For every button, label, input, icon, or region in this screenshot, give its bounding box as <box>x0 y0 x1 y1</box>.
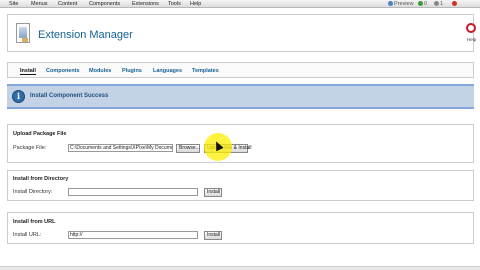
menu-components[interactable]: Components <box>89 0 120 8</box>
system-message: i Install Component Success <box>7 84 474 109</box>
install-url-button[interactable]: Install <box>204 231 222 240</box>
users-count[interactable]: 1 <box>434 0 443 8</box>
menu-help[interactable]: Help <box>190 0 201 8</box>
users-icon <box>434 1 439 7</box>
messages-count[interactable]: 0 <box>418 0 427 8</box>
top-menu-bar: Site Menus Content Components Extensions… <box>0 0 480 8</box>
tab-plugins[interactable]: Plugins <box>122 68 142 74</box>
install-directory-button[interactable]: Install <box>204 188 222 197</box>
upload-package-title: Upload Package File <box>13 131 67 137</box>
page-title: Extension Manager <box>38 29 133 41</box>
preview-icon <box>388 1 393 7</box>
browse-button[interactable]: Browse... <box>176 144 200 153</box>
tab-modules[interactable]: Modules <box>89 68 111 74</box>
tab-languages[interactable]: Languages <box>153 68 182 74</box>
upload-package-fieldset: Upload Package File Package File: C:\Doc… <box>7 124 474 163</box>
package-file-label: Package File: <box>13 145 47 151</box>
install-url-input[interactable]: http:// <box>68 231 198 239</box>
page-header: Extension Manager Help <box>7 14 476 52</box>
message-icon <box>418 1 423 7</box>
logout-link[interactable] <box>452 0 458 8</box>
window-bottom-border <box>0 266 480 270</box>
tab-bar: Install Components Modules Plugins Langu… <box>7 62 474 78</box>
install-url-label: Install URL: <box>13 232 42 238</box>
menu-content[interactable]: Content <box>58 0 77 8</box>
menu-site[interactable]: Site <box>9 0 18 8</box>
package-file-input[interactable]: C:\Documents and Settings\XP\xe\My Docum… <box>68 144 173 152</box>
help-icon[interactable] <box>466 23 476 33</box>
menu-tools[interactable]: Tools <box>168 0 181 8</box>
preview-link[interactable]: Preview <box>388 0 414 8</box>
install-url-fieldset: Install from URL Install URL: http:// In… <box>7 212 474 244</box>
info-icon: i <box>12 90 25 103</box>
menu-extensions[interactable]: Extensions <box>132 0 159 8</box>
install-directory-fieldset: Install from Directory Install Directory… <box>7 170 474 201</box>
tab-components[interactable]: Components <box>46 68 80 74</box>
logout-icon <box>452 1 457 7</box>
install-directory-input[interactable] <box>68 188 198 196</box>
install-directory-title: Install from Directory <box>13 176 69 182</box>
install-directory-label: Install Directory: <box>13 189 53 195</box>
help-label[interactable]: Help <box>467 37 476 42</box>
tab-install[interactable]: Install <box>20 68 36 75</box>
extension-manager-icon <box>16 23 30 43</box>
menu-menus[interactable]: Menus <box>31 0 48 8</box>
install-url-title: Install from URL <box>13 219 56 225</box>
message-text: Install Component Success <box>30 93 109 99</box>
tab-templates[interactable]: Templates <box>192 68 219 74</box>
